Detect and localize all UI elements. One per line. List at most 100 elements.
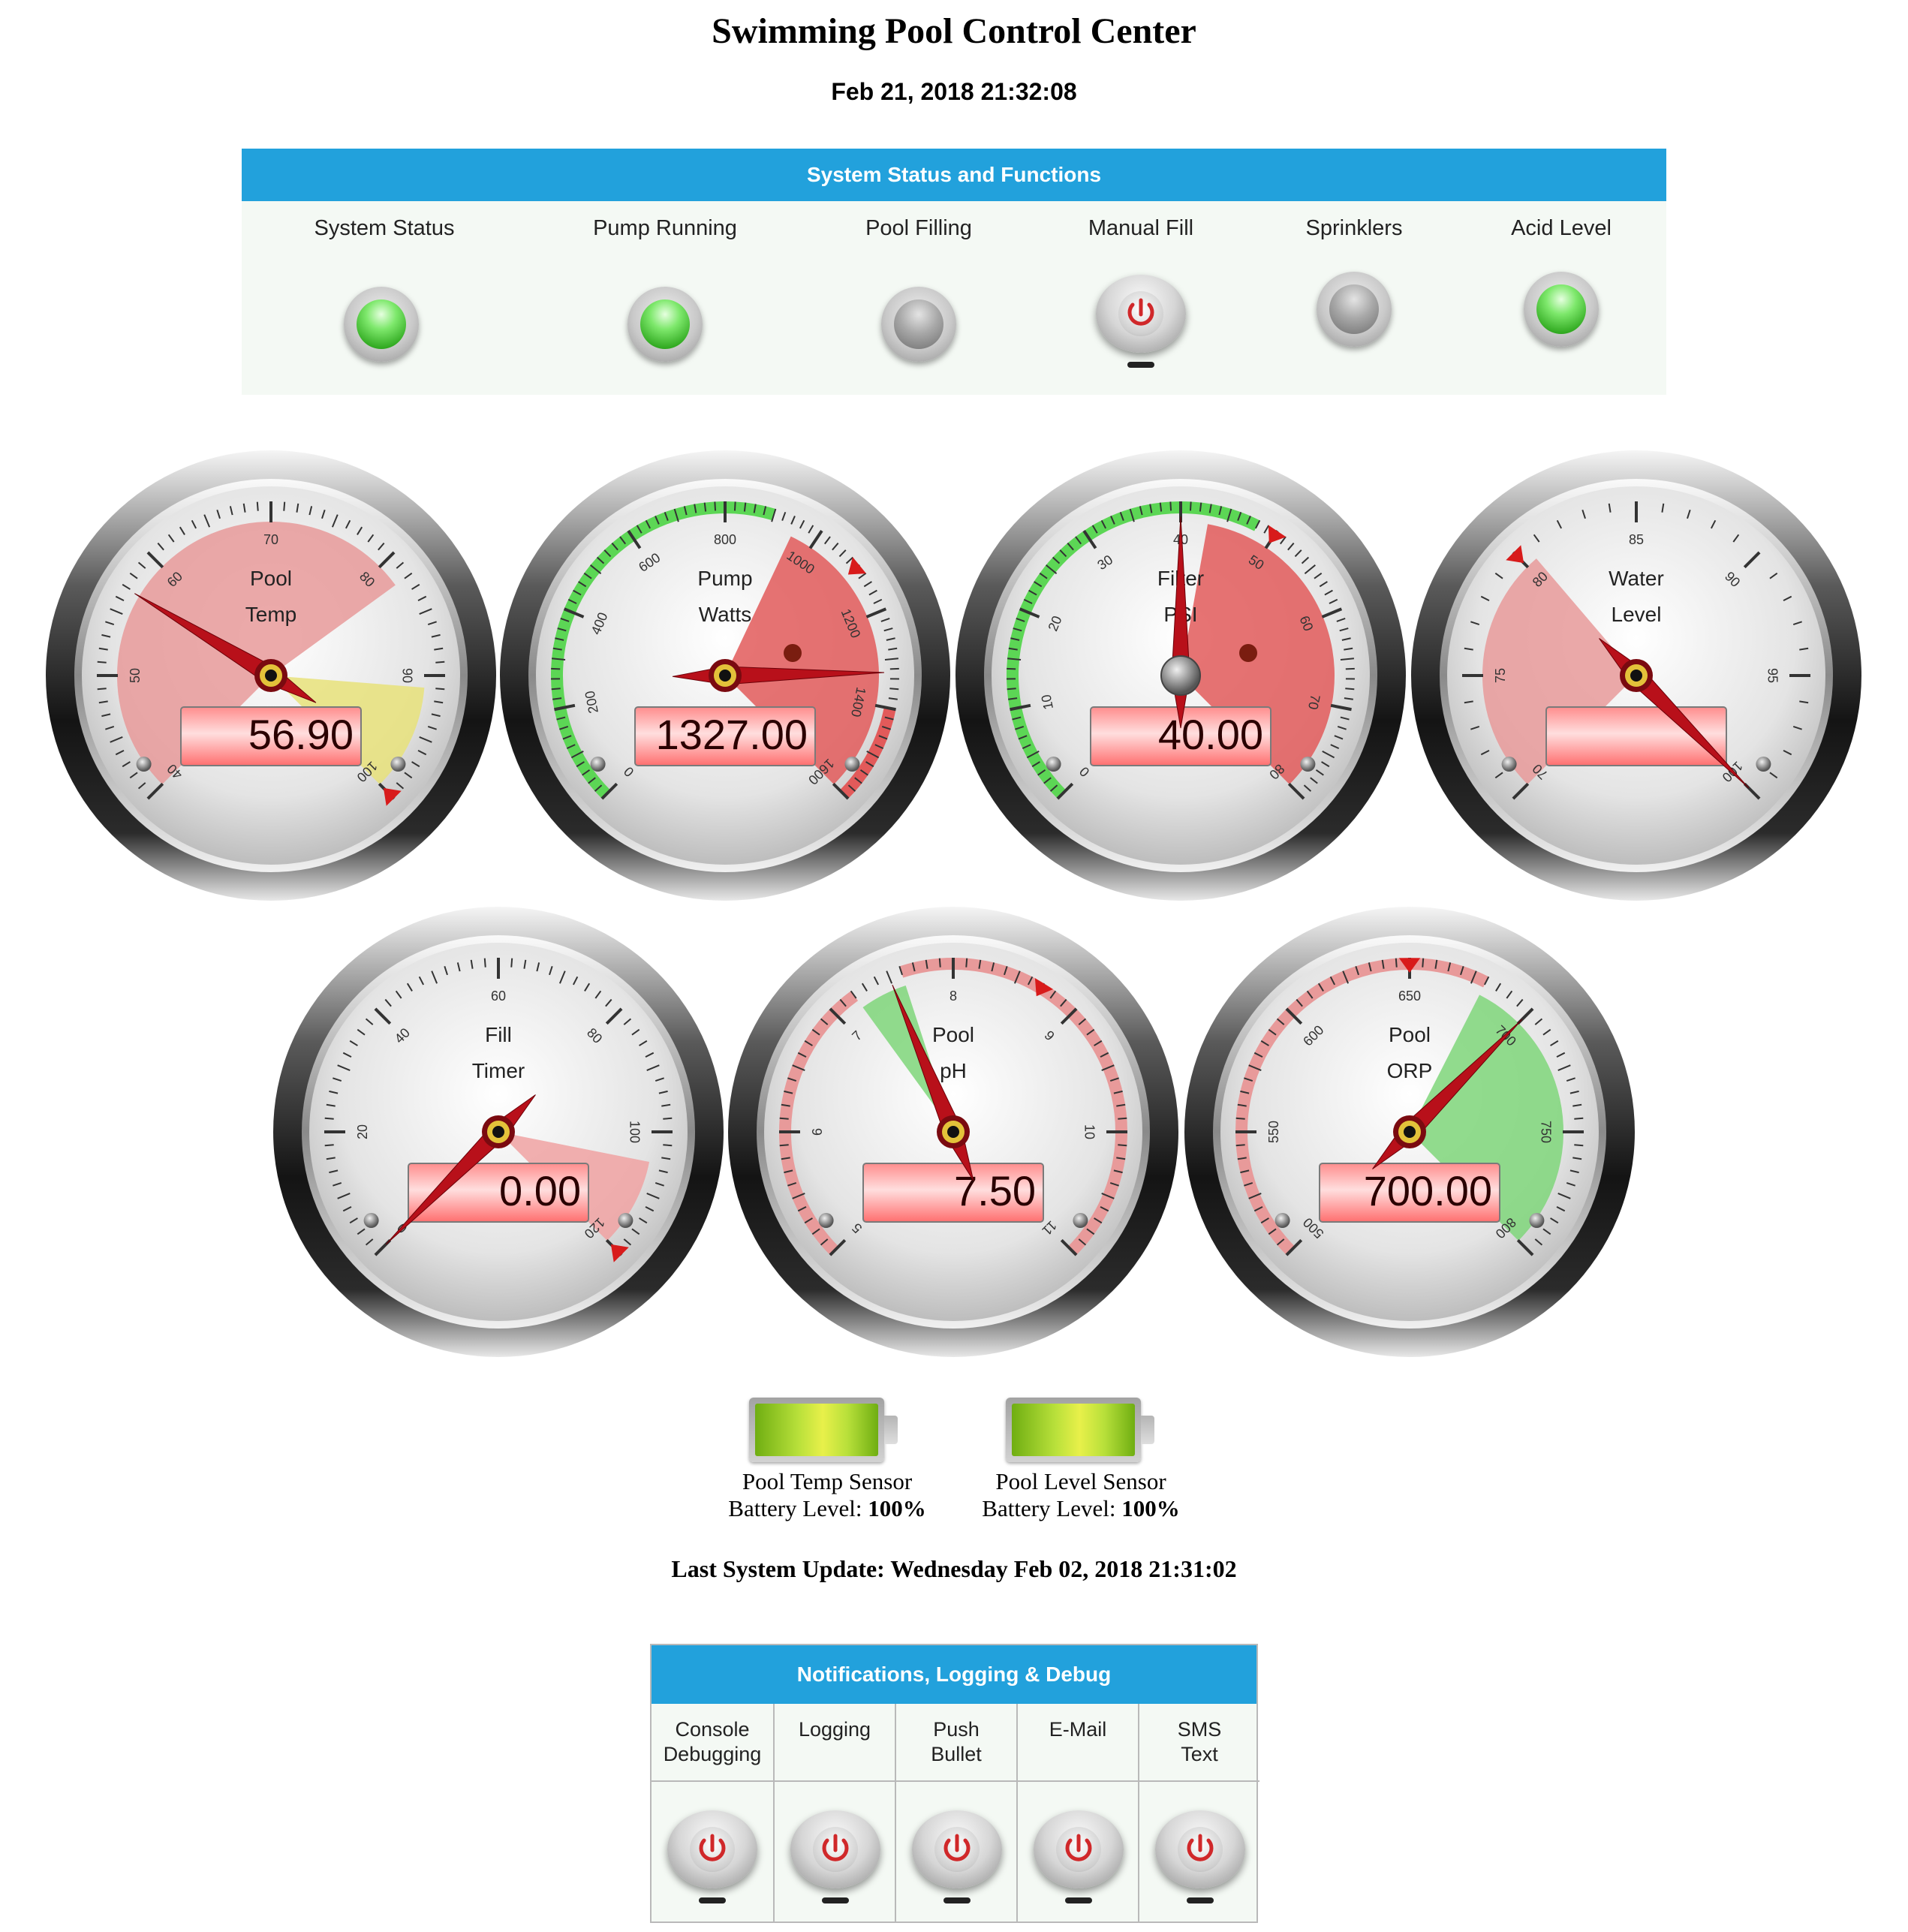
power-symbol-icon bbox=[943, 1834, 971, 1861]
power-symbol-icon bbox=[1187, 1834, 1214, 1861]
notification-label-line: Text bbox=[1181, 1743, 1218, 1765]
push-bullet-toggle-button[interactable] bbox=[912, 1810, 1002, 1888]
gauge-lcd-value: 40.00 bbox=[1158, 711, 1263, 758]
notification-label-line: Bullet bbox=[931, 1743, 982, 1765]
notification-col-logging: Logging bbox=[773, 1704, 895, 1923]
gauge-title: Level bbox=[1612, 603, 1662, 626]
gauge-minor-tick bbox=[1007, 688, 1016, 691]
gauge-screw-icon bbox=[136, 757, 152, 772]
gauge-screw-icon bbox=[1529, 1213, 1545, 1229]
gauge-fill-timer: 020406080100120FillTimer0.00 bbox=[273, 907, 724, 1357]
battery-level-label: Battery Level: bbox=[728, 1495, 862, 1521]
gauge-minor-tick bbox=[483, 958, 486, 968]
gauge-minor-tick bbox=[1159, 502, 1163, 512]
gauge-minor-tick bbox=[965, 958, 968, 968]
push-bullet-indicator bbox=[943, 1897, 971, 1903]
gauge-water-level: 707580859095100WaterLevel bbox=[1411, 450, 1861, 901]
logging-indicator bbox=[822, 1897, 849, 1903]
gauge-hub-center bbox=[492, 1126, 504, 1138]
notification-label: Console Debugging bbox=[652, 1704, 773, 1782]
gauge-screw-icon bbox=[1275, 1213, 1290, 1229]
notification-col-console-debugging: Console Debugging bbox=[652, 1704, 773, 1923]
gauge-minor-tick bbox=[1422, 958, 1425, 968]
pool-level-battery-caption: Pool Level Sensor Battery Level: 100% bbox=[961, 1468, 1201, 1522]
gauge-tick-label: 550 bbox=[1266, 1121, 1281, 1143]
gauge-title: Temp bbox=[245, 603, 296, 626]
notification-label-line: Console bbox=[675, 1718, 750, 1741]
power-symbol-icon bbox=[699, 1834, 726, 1861]
gauge-minor-tick bbox=[324, 1117, 334, 1120]
gauge-minor-tick bbox=[663, 1117, 673, 1120]
gauge-pump-watts: 02004006008001000120014001600PumpWatts13… bbox=[500, 450, 950, 901]
notifications-panel: Notifications, Logging & Debug Console De… bbox=[650, 1644, 1259, 1923]
gauge-tick-label: 100 bbox=[627, 1121, 642, 1143]
gauge-tick-label: 650 bbox=[1398, 989, 1421, 1004]
notifications-panel-header: Notifications, Logging & Debug bbox=[652, 1645, 1256, 1704]
gauge-minor-tick bbox=[510, 958, 513, 968]
gauge-screw-icon bbox=[1073, 1213, 1088, 1229]
gauge-title: Timer bbox=[472, 1059, 525, 1082]
battery-level-value: 100% bbox=[868, 1495, 926, 1521]
gauge-tick-label: 70 bbox=[263, 532, 278, 547]
notification-col-push-bullet: Push Bullet bbox=[895, 1704, 1016, 1923]
gauge-tick-label: 10 bbox=[1038, 694, 1056, 712]
notification-label-line: Debugging bbox=[663, 1743, 762, 1765]
gauge-screw-icon bbox=[1501, 757, 1517, 772]
notification-label: Logging bbox=[775, 1704, 895, 1782]
gauge-minor-tick bbox=[435, 688, 445, 691]
e-mail-toggle-button[interactable] bbox=[1034, 1810, 1124, 1888]
gauge-screw-icon bbox=[844, 757, 860, 772]
sms-text-toggle-button[interactable] bbox=[1155, 1810, 1245, 1888]
gauge-title: pH bbox=[940, 1059, 967, 1082]
battery-level-label: Battery Level: bbox=[982, 1495, 1116, 1521]
gauge-lcd-value: 1327.00 bbox=[656, 711, 808, 758]
gauge-tick-label: 20 bbox=[355, 1124, 370, 1139]
battery-fill bbox=[755, 1404, 878, 1456]
gauge-minor-tick bbox=[1395, 958, 1398, 968]
notification-label: SMS Text bbox=[1139, 1704, 1259, 1782]
pool-temp-battery-caption: Pool Temp Sensor Battery Level: 100% bbox=[707, 1468, 947, 1522]
notification-col-sms-text: SMS Text bbox=[1138, 1704, 1259, 1923]
notification-label-line: Push bbox=[933, 1718, 980, 1741]
battery-body bbox=[1006, 1398, 1141, 1462]
gauge-title: Pump bbox=[697, 567, 752, 590]
battery-body bbox=[749, 1398, 884, 1462]
gauge-minor-tick bbox=[889, 688, 899, 691]
gauge-tick-label: 75 bbox=[1493, 668, 1508, 683]
gauge-led-icon bbox=[784, 644, 802, 662]
gauge-minor-tick bbox=[97, 661, 107, 664]
logging-toggle-button[interactable] bbox=[790, 1810, 880, 1888]
battery-sensor-label: Pool Level Sensor bbox=[995, 1468, 1166, 1494]
gauge-title: Pool bbox=[1389, 1023, 1431, 1046]
gauge-lcd-value: 7.50 bbox=[954, 1167, 1036, 1214]
gauge-minor-tick bbox=[1189, 501, 1192, 511]
gauge-tick-label: 800 bbox=[714, 532, 736, 547]
gauge-tick-label: 10 bbox=[1082, 1124, 1097, 1139]
battery-tip bbox=[1141, 1416, 1154, 1444]
power-symbol-icon bbox=[1065, 1834, 1092, 1861]
battery-fill bbox=[1012, 1404, 1135, 1456]
gauge-hub-center bbox=[265, 670, 277, 682]
notification-col-e-mail: E-Mail bbox=[1016, 1704, 1138, 1923]
power-symbol-icon bbox=[822, 1834, 849, 1861]
gauge-screw-icon bbox=[590, 757, 606, 772]
gauge-minor-tick bbox=[256, 501, 259, 511]
gauge-minor-tick bbox=[435, 661, 445, 664]
gauge-lcd-value: 56.90 bbox=[248, 711, 354, 758]
gauge-title: Watts bbox=[699, 603, 752, 626]
gauge-title: Fill bbox=[485, 1023, 512, 1046]
battery-sensor-label: Pool Temp Sensor bbox=[742, 1468, 913, 1494]
gauge-tick-label: 6 bbox=[810, 1128, 825, 1136]
battery-level-line: Battery Level: 100% bbox=[707, 1495, 947, 1522]
gauge-title: Pool bbox=[932, 1023, 974, 1046]
gauge-pool-temp: 405060708090100PoolTemp56.90 bbox=[46, 450, 496, 901]
gauge-title: Water bbox=[1609, 567, 1664, 590]
gauge-hub-center bbox=[1404, 1126, 1416, 1138]
console-debugging-toggle-button[interactable] bbox=[667, 1810, 757, 1888]
gauge-tick-label: 70 bbox=[1305, 694, 1323, 712]
notification-label: E-Mail bbox=[1018, 1704, 1138, 1782]
gauge-tick-label: 90 bbox=[399, 668, 414, 683]
gauge-screw-icon bbox=[818, 1213, 834, 1229]
gauge-tick-label: 750 bbox=[1538, 1121, 1553, 1143]
battery-tip bbox=[884, 1416, 898, 1444]
